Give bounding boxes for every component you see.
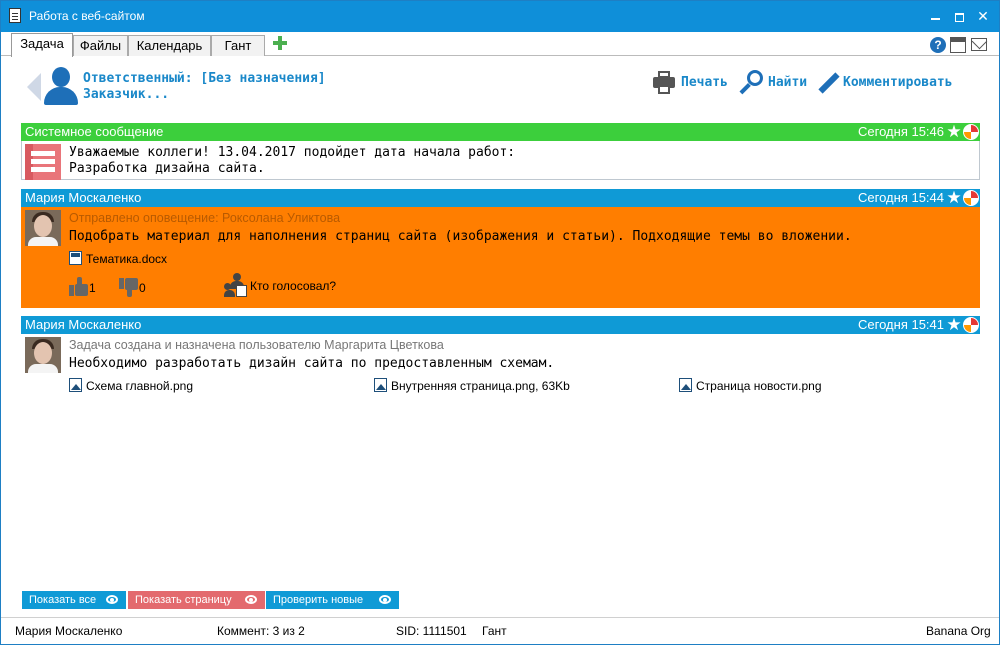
close-button[interactable]: ✕ (969, 5, 997, 27)
message-text-line: Уважаемые коллеги! 13.04.2017 подойдет д… (69, 145, 516, 160)
back-arrow-icon[interactable] (27, 73, 41, 101)
maximize-icon (954, 12, 964, 22)
document-icon (9, 8, 21, 23)
help-icon[interactable]: ? (930, 37, 946, 53)
task-meta: Задача создана и назначена пользователю … (69, 338, 444, 352)
message-author: Мария Москаленко (25, 317, 142, 332)
message-body: Уважаемые коллеги! 13.04.2017 подойдет д… (21, 141, 980, 180)
image-icon (374, 378, 387, 392)
message-text-line: Разработка дизайна сайта. (69, 161, 265, 176)
minimize-icon (930, 18, 940, 21)
attachment-image[interactable]: Схема главной.png (69, 378, 193, 393)
voters-label: Кто голосовал? (250, 279, 337, 293)
status-sid: SID: 1111501 (396, 624, 467, 638)
voters-link[interactable]: Кто голосовал? (224, 273, 336, 297)
image-icon (679, 378, 692, 392)
eye-icon (245, 595, 257, 604)
message-system: Системное сообщение Сегодня 15:46 ★ Уваж… (21, 123, 980, 180)
printer-icon[interactable] (652, 71, 676, 95)
tab-gantt[interactable]: Гант (211, 35, 265, 56)
system-avatar (25, 144, 61, 180)
status-comments: Коммент: 3 из 2 (217, 624, 305, 638)
user-avatar (25, 337, 61, 373)
message-time: Сегодня 15:44 (858, 190, 944, 205)
dislike-button[interactable]: 0 (119, 277, 146, 297)
tab-strip: Задача Файлы Календарь Гант (1, 32, 999, 57)
app-window: Работа с веб-сайтом ✕ Задача Файлы Кален… (0, 0, 1000, 645)
title-bar[interactable]: Работа с веб-сайтом ✕ (1, 1, 999, 32)
find-button[interactable]: Найти (768, 73, 807, 97)
message-text: Необходимо разработать дизайн сайта по п… (69, 356, 555, 371)
message-header: Мария Москаленко Сегодня 15:44 ★ (21, 189, 980, 207)
window-title: Работа с веб-сайтом (29, 9, 145, 23)
like-count: 1 (89, 281, 96, 295)
user-icon (43, 67, 79, 105)
star-icon[interactable]: ★ (946, 316, 962, 333)
status-user: Мария Москаленко (15, 624, 123, 638)
calendar-settings-icon[interactable] (950, 37, 966, 53)
file-icon (69, 251, 82, 265)
image-icon (69, 378, 82, 392)
tab-calendar[interactable]: Календарь (128, 35, 211, 56)
check-new-button[interactable]: Проверить новые (266, 591, 399, 609)
status-view: Гант (482, 624, 507, 638)
notification-meta: Отправлено оповещение: Роксолана Уликтов… (69, 211, 341, 225)
assignee-link[interactable]: Ответственный: [Без назначения] (83, 71, 326, 86)
progress-icon[interactable] (963, 124, 979, 140)
pencil-icon[interactable] (816, 71, 840, 97)
button-label: Показать все (29, 594, 97, 606)
search-icon[interactable] (739, 70, 764, 96)
attachment-name: Внутренняя страница.png, 63Kb (391, 379, 570, 393)
progress-icon[interactable] (963, 190, 979, 206)
print-button[interactable]: Печать (681, 73, 728, 97)
message-body: Задача создана и назначена пользователю … (21, 334, 980, 394)
thumbs-down-icon (119, 277, 139, 297)
message-author: Системное сообщение (25, 124, 164, 139)
message-task-created: Мария Москаленко Сегодня 15:41 ★ Задача … (21, 316, 980, 394)
close-icon: ✕ (977, 8, 989, 24)
thumbs-up-icon (69, 277, 89, 297)
message-text: Подобрать материал для наполнения страни… (69, 229, 852, 244)
show-page-button[interactable]: Показать страницу (128, 591, 265, 609)
message-header: Системное сообщение Сегодня 15:46 ★ (21, 123, 980, 141)
voters-icon (224, 273, 248, 297)
message-body: Отправлено оповещение: Роксолана Уликтов… (21, 207, 980, 308)
add-tab-icon[interactable] (273, 36, 287, 50)
button-label: Показать страницу (135, 594, 232, 606)
mail-icon[interactable] (971, 38, 987, 51)
attachment-docx[interactable]: Тематика.docx (69, 251, 167, 266)
tab-files[interactable]: Файлы (73, 35, 128, 56)
star-icon[interactable]: ★ (946, 123, 962, 140)
message-header: Мария Москаленко Сегодня 15:41 ★ (21, 316, 980, 334)
like-button[interactable]: 1 (69, 277, 96, 297)
attachment-image[interactable]: Внутренняя страница.png, 63Kb (374, 378, 570, 393)
status-bar: Мария Москаленко Коммент: 3 из 2 SID: 11… (1, 617, 999, 644)
customer-link[interactable]: Заказчик... (83, 87, 169, 102)
status-org: Banana Org (926, 624, 991, 638)
eye-icon (379, 595, 391, 604)
message-author: Мария Москаленко (25, 190, 142, 205)
progress-icon[interactable] (963, 317, 979, 333)
message-comment: Мария Москаленко Сегодня 15:44 ★ Отправл… (21, 189, 980, 308)
attachment-name: Тематика.docx (86, 252, 168, 266)
user-avatar (25, 210, 61, 246)
attachment-image[interactable]: Страница новости.png (679, 378, 822, 393)
eye-icon (106, 595, 118, 604)
dislike-count: 0 (139, 281, 146, 295)
show-all-button[interactable]: Показать все (22, 591, 126, 609)
comment-button[interactable]: Комментировать (843, 73, 953, 97)
button-label: Проверить новые (273, 594, 364, 606)
message-time: Сегодня 15:46 (858, 124, 944, 139)
tab-task[interactable]: Задача (11, 33, 73, 57)
attachment-name: Схема главной.png (86, 379, 193, 393)
message-time: Сегодня 15:41 (858, 317, 944, 332)
attachment-name: Страница новости.png (696, 379, 822, 393)
star-icon[interactable]: ★ (946, 189, 962, 206)
